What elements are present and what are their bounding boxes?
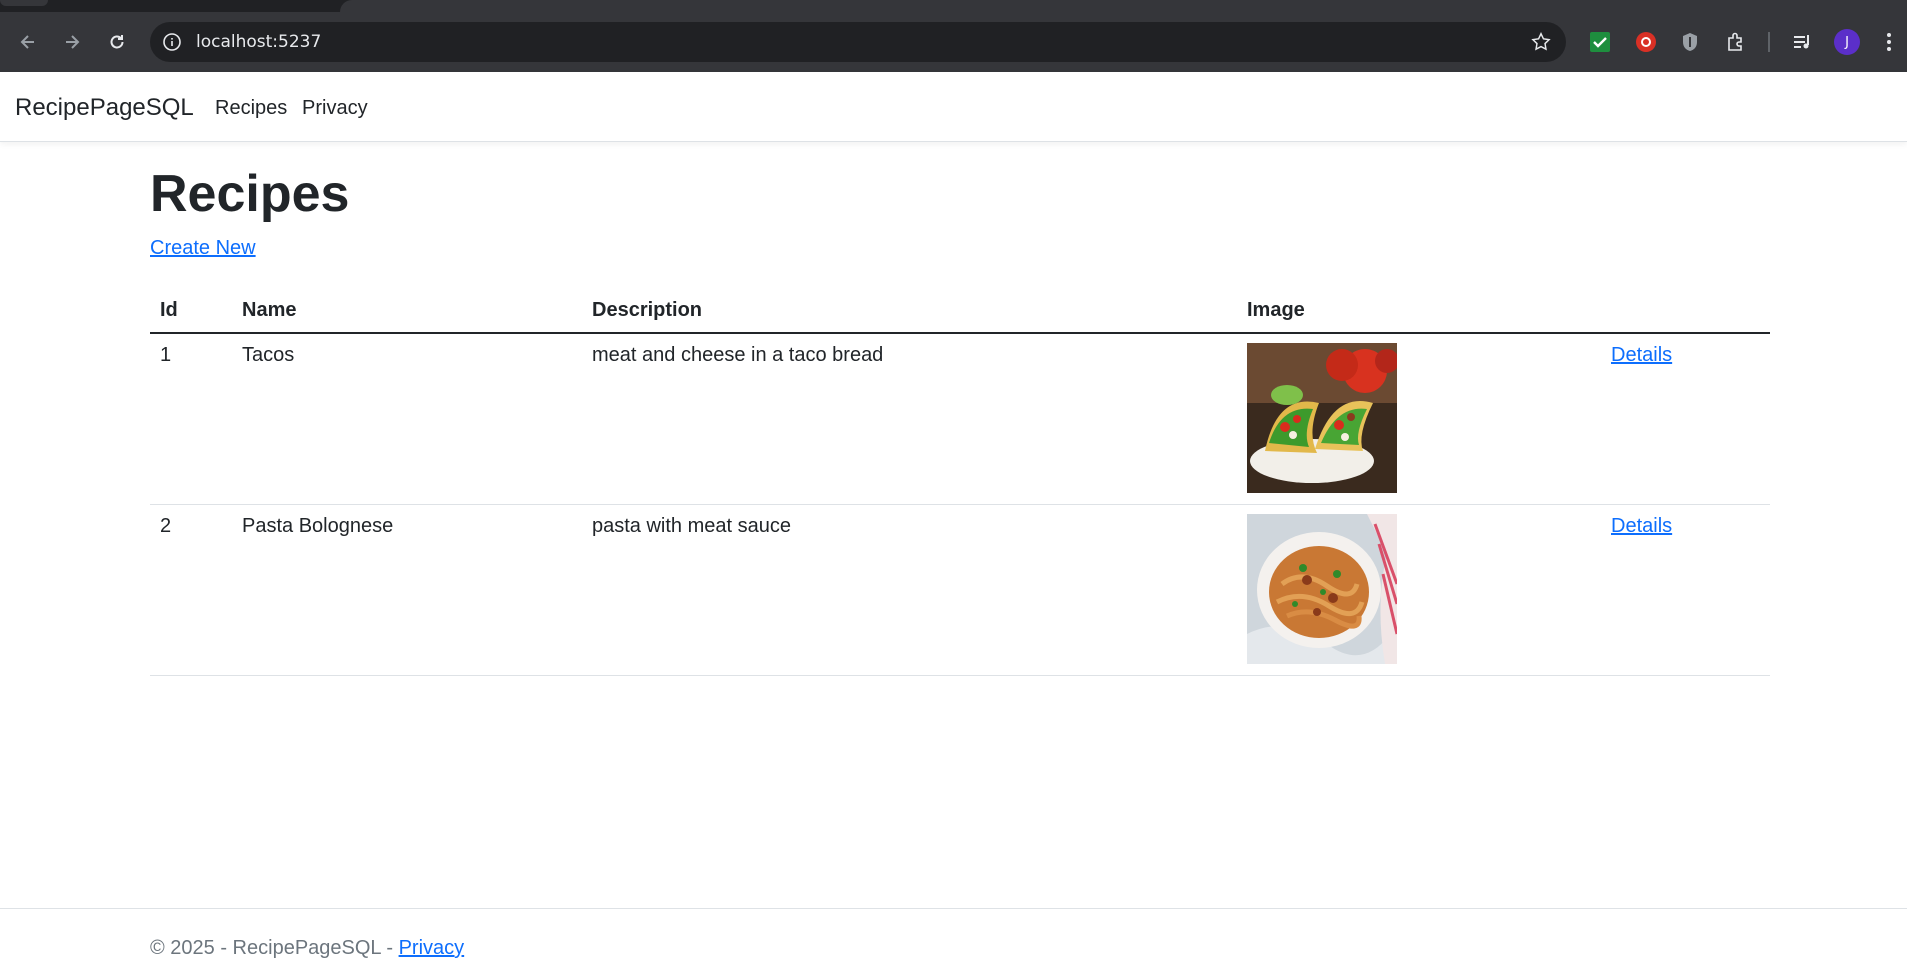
cell-image: [1237, 504, 1601, 676]
browser-toolbar: localhost:5237 J: [0, 12, 1907, 72]
url-text[interactable]: localhost:5237: [196, 32, 321, 52]
browser-active-tab[interactable]: [340, 0, 1907, 12]
table-row: 2 Pasta Bolognese pasta with meat sauce: [150, 504, 1770, 676]
nav-link-privacy[interactable]: Privacy: [302, 97, 368, 120]
extension-shield-icon[interactable]: [1676, 28, 1704, 56]
recipes-table: Id Name Description Image 1 Tacos meat a…: [150, 288, 1770, 676]
app-navbar: RecipePageSQL Recipes Privacy: [0, 72, 1907, 142]
browser-menu-button[interactable]: [1879, 28, 1899, 56]
column-header-image: Image: [1237, 288, 1601, 334]
site-info-icon[interactable]: [162, 32, 182, 52]
page-footer: © 2025 - RecipePageSQL - Privacy: [0, 908, 1907, 979]
table-header-row: Id Name Description Image: [150, 288, 1770, 334]
address-bar[interactable]: localhost:5237: [150, 22, 1566, 62]
table-row: 1 Tacos meat and cheese in a taco bread: [150, 333, 1770, 505]
forward-button[interactable]: [58, 28, 86, 56]
profile-avatar[interactable]: J: [1833, 28, 1861, 56]
browser-tab-strip: [0, 0, 1907, 12]
page-title: Recipes: [150, 165, 350, 223]
brand-link[interactable]: RecipePageSQL: [15, 94, 194, 122]
column-header-description: Description: [582, 288, 1237, 334]
cell-actions: Details: [1601, 333, 1770, 505]
arrow-left-icon: [20, 35, 34, 49]
cell-name: Tacos: [232, 333, 582, 505]
column-header-actions: [1601, 288, 1770, 334]
footer-privacy-link[interactable]: Privacy: [399, 937, 465, 959]
cell-actions: Details: [1601, 504, 1770, 676]
arrow-right-icon: [66, 35, 80, 49]
kebab-menu-icon: [1887, 33, 1891, 51]
reload-button[interactable]: [103, 28, 131, 56]
cell-description: pasta with meat sauce: [582, 504, 1237, 676]
details-link[interactable]: Details: [1611, 344, 1672, 366]
bookmark-star-icon[interactable]: [1530, 31, 1552, 53]
toolbar-divider: [1768, 32, 1770, 52]
tacos-image: [1247, 343, 1397, 493]
extension-red-icon[interactable]: [1632, 28, 1660, 56]
pasta-bolognese-image: [1247, 513, 1397, 664]
cell-description: meat and cheese in a taco bread: [582, 333, 1237, 505]
media-control-icon[interactable]: [1788, 28, 1816, 56]
extensions-puzzle-icon[interactable]: [1722, 28, 1750, 56]
cell-name: Pasta Bolognese: [232, 504, 582, 676]
cell-id: 1: [150, 333, 232, 505]
reload-icon: [110, 35, 124, 49]
cell-image: [1237, 333, 1601, 505]
browser-tab[interactable]: [0, 0, 48, 6]
details-link[interactable]: Details: [1611, 515, 1672, 537]
create-new-link[interactable]: Create New: [150, 237, 256, 260]
column-header-name: Name: [232, 288, 582, 334]
footer-copyright: © 2025 - RecipePageSQL -: [150, 937, 399, 959]
column-header-id: Id: [150, 288, 232, 334]
footer-text: © 2025 - RecipePageSQL - Privacy: [150, 937, 464, 960]
cell-id: 2: [150, 504, 232, 676]
profile-initial: J: [1834, 29, 1860, 55]
back-button[interactable]: [14, 28, 42, 56]
extension-check-icon[interactable]: [1586, 28, 1614, 56]
nav-link-recipes[interactable]: Recipes: [215, 97, 287, 120]
